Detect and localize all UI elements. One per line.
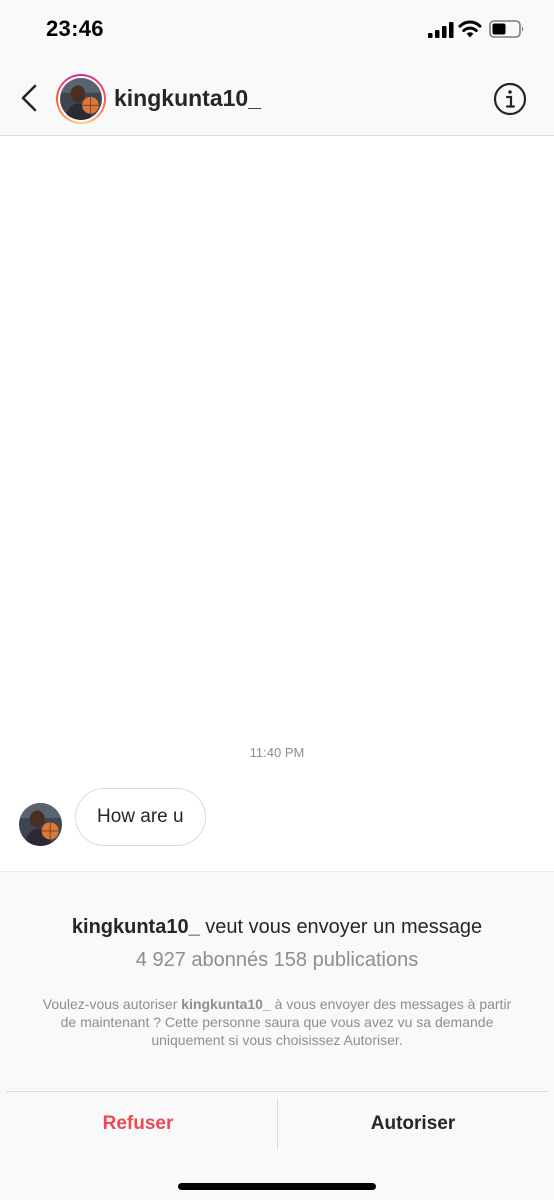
request-description: Voulez-vous autoriser kingkunta10_ à vou… bbox=[40, 995, 514, 1049]
home-indicator[interactable] bbox=[178, 1183, 376, 1190]
refuse-button[interactable]: Refuser bbox=[6, 1092, 270, 1156]
request-desc-username: kingkunta10_ bbox=[181, 996, 271, 1012]
wifi-icon bbox=[458, 20, 482, 38]
chat-header: kingkunta10_ bbox=[0, 62, 554, 136]
cellular-signal-icon bbox=[428, 22, 454, 38]
request-stats: 4 927 abonnés 158 publications bbox=[135, 949, 419, 971]
request-title-username: kingkunta10_ bbox=[71, 916, 200, 938]
profile-photo-icon bbox=[60, 78, 102, 120]
request-desc-before: Voulez-vous autoriser bbox=[42, 996, 182, 1012]
conversation-area[interactable]: 11:40 PM How are u bbox=[0, 137, 554, 871]
back-button[interactable] bbox=[16, 82, 42, 114]
header-avatar[interactable] bbox=[56, 74, 106, 124]
avatar bbox=[60, 78, 102, 120]
status-time: 23:46 bbox=[46, 16, 104, 41]
message-request-panel: kingkunta10_ veut vous envoyer un messag… bbox=[0, 871, 554, 1200]
chevron-left-icon bbox=[21, 84, 37, 112]
info-icon[interactable] bbox=[493, 82, 527, 116]
request-title-text: veut vous envoyer un message bbox=[199, 916, 483, 938]
header-username[interactable]: kingkunta10_ bbox=[114, 85, 261, 112]
message-bubble[interactable]: How are u bbox=[75, 788, 206, 846]
profile-photo-icon bbox=[19, 803, 62, 846]
allow-button[interactable]: Autoriser bbox=[278, 1092, 548, 1156]
sender-avatar[interactable] bbox=[19, 803, 62, 846]
request-title: kingkunta10_ veut vous envoyer un messag… bbox=[0, 916, 554, 939]
message-timestamp: 11:40 PM bbox=[249, 745, 305, 760]
status-bar: 23:46 bbox=[0, 0, 554, 62]
battery-icon bbox=[489, 20, 524, 38]
